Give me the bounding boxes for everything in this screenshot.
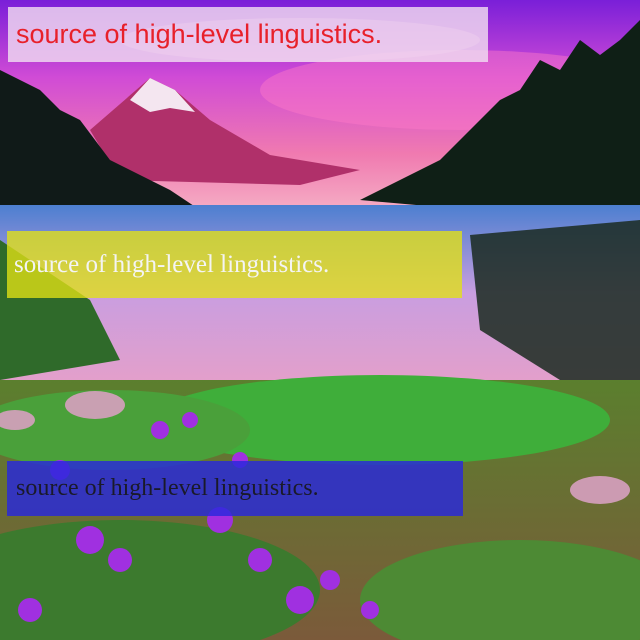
caption-bottom: source of high-level linguistics.	[7, 461, 463, 516]
caption-middle: source of high-level linguistics.	[7, 231, 462, 298]
landscape-photo	[0, 0, 640, 640]
caption-top-text: source of high-level linguistics.	[16, 19, 383, 49]
caption-bottom-text: source of high-level linguistics.	[16, 475, 319, 501]
caption-top: source of high-level linguistics.	[8, 7, 488, 62]
caption-middle-text: source of high-level linguistics.	[14, 250, 330, 278]
